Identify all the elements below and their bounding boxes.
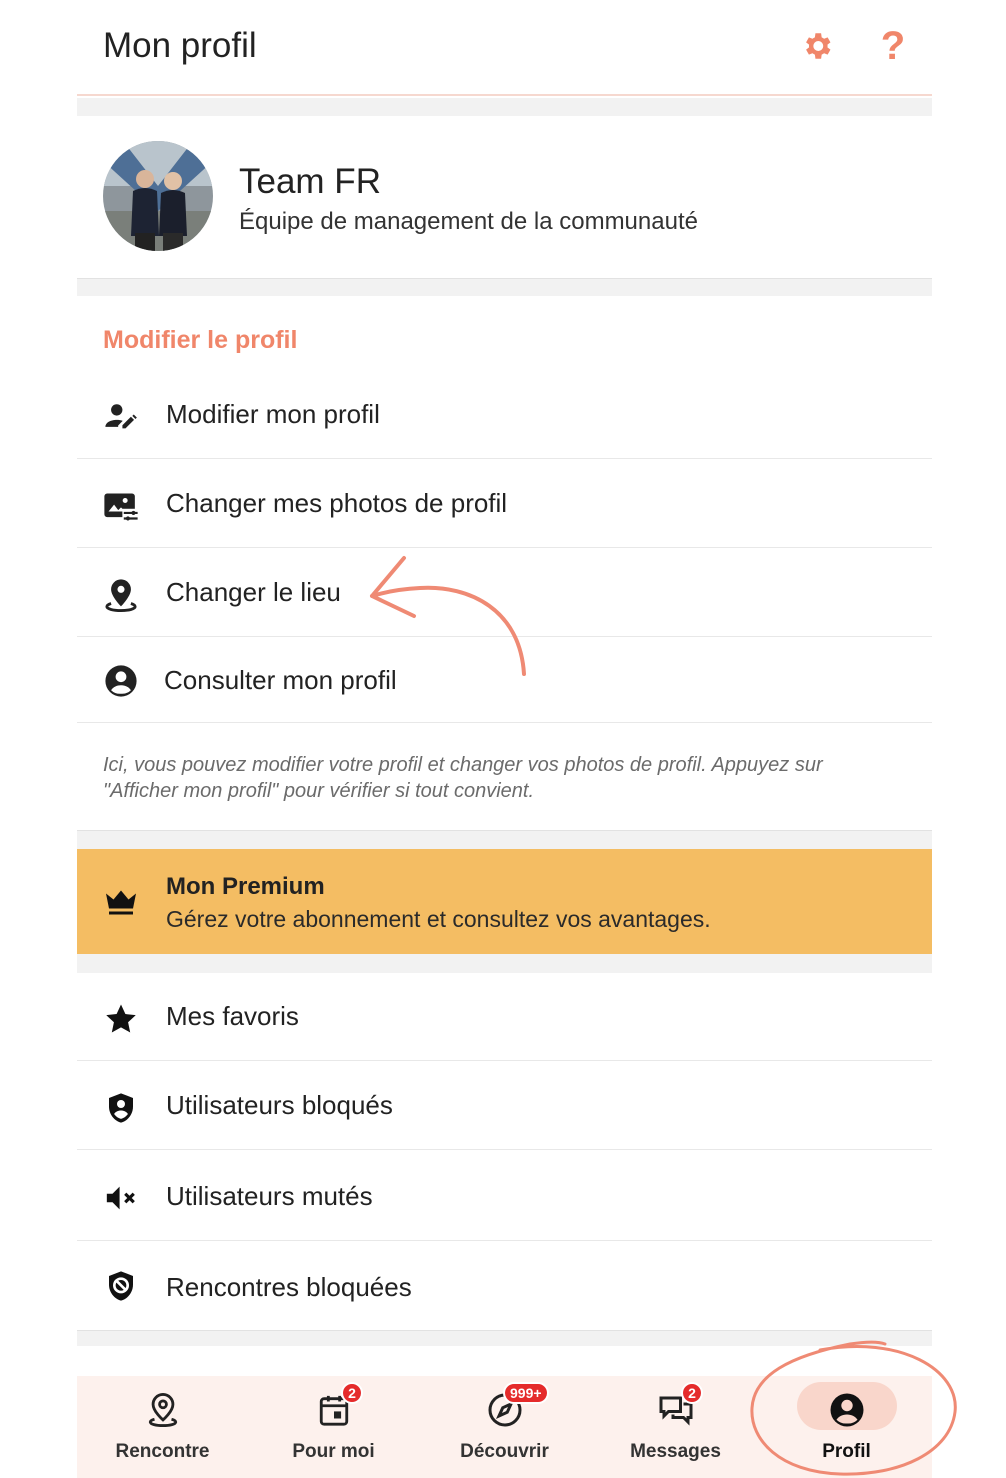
shield-block-icon [103,1268,139,1304]
header: Mon profil ? [77,0,932,96]
app-screen: Mon profil ? Team FR Équipe de managemen… [77,0,932,1478]
help-question-icon[interactable]: ? [873,26,913,66]
account-circle-icon [103,663,139,699]
nav-tab-rencontre[interactable]: Rencontre [77,1376,248,1478]
page-title: Mon profil [103,26,257,65]
menu-item-label: Changer le lieu [166,577,341,607]
shield-person-icon [103,1090,139,1126]
menu-item-blocked-users[interactable]: Utilisateurs bloqués [77,1062,932,1150]
crown-icon [103,883,139,919]
premium-banner[interactable]: Mon Premium Gérez votre abonnement et co… [77,849,932,954]
bottom-navigation: Rencontre 2 Pour moi 999+ Découvrir 2 Me… [77,1376,932,1478]
notification-badge: 2 [681,1382,703,1404]
photo-settings-icon [103,488,139,524]
menu-item-label: Modifier mon profil [166,399,380,429]
notification-badge: 2 [341,1382,363,1404]
help-note: Ici, vous pouvez modifier votre profil e… [103,754,823,802]
menu-item-muted-users[interactable]: Utilisateurs mutés [77,1151,932,1241]
nav-tab-profil[interactable]: Profil [761,1376,932,1478]
divider [77,278,932,296]
notification-badge: 999+ [503,1382,549,1404]
nav-tab-decouvrir[interactable]: 999+ Découvrir [419,1376,590,1478]
menu-item-label: Mes favoris [166,1001,299,1031]
profile-name: Team FR [239,162,381,201]
nav-label: Rencontre [115,1441,210,1462]
divider [77,1330,932,1346]
avatar [103,141,213,251]
divider [77,98,932,116]
nav-tab-messages[interactable]: 2 Messages [590,1376,761,1478]
account-circle-icon [827,1390,867,1430]
nav-label: Profil [822,1441,871,1462]
premium-title: Mon Premium [166,873,325,900]
divider [77,830,932,849]
profile-subtitle: Équipe de management de la communauté [239,208,698,235]
nav-label: Découvrir [460,1441,549,1462]
person-edit-icon [103,399,139,435]
menu-item-view-profile[interactable]: Consulter mon profil [77,637,932,723]
premium-subtitle: Gérez votre abonnement et consultez vos … [166,906,711,932]
star-icon [103,1001,139,1037]
menu-item-change-photos[interactable]: Changer mes photos de profil [77,460,932,548]
menu-item-label: Consulter mon profil [164,665,397,695]
settings-gear-icon[interactable] [797,26,837,66]
profile-card[interactable]: Team FR Équipe de management de la commu… [77,116,932,278]
location-pin-icon [143,1390,183,1430]
location-pin-icon [103,577,139,613]
menu-item-change-location[interactable]: Changer le lieu [77,549,932,637]
nav-label: Messages [630,1441,721,1462]
menu-item-label: Rencontres bloquées [166,1272,412,1302]
section-title-edit-profile: Modifier le profil [103,326,298,354]
mute-icon [103,1180,139,1216]
divider [77,954,932,973]
menu-item-edit-profile[interactable]: Modifier mon profil [77,371,932,459]
nav-tab-pour-moi[interactable]: 2 Pour moi [248,1376,419,1478]
menu-item-label: Utilisateurs mutés [166,1181,373,1211]
menu-item-label: Changer mes photos de profil [166,488,508,518]
menu-item-label: Utilisateurs bloqués [166,1090,393,1120]
menu-item-blocked-encounters[interactable]: Rencontres bloquées [77,1242,932,1330]
nav-label: Pour moi [292,1441,375,1462]
menu-item-favorites[interactable]: Mes favoris [77,973,932,1061]
